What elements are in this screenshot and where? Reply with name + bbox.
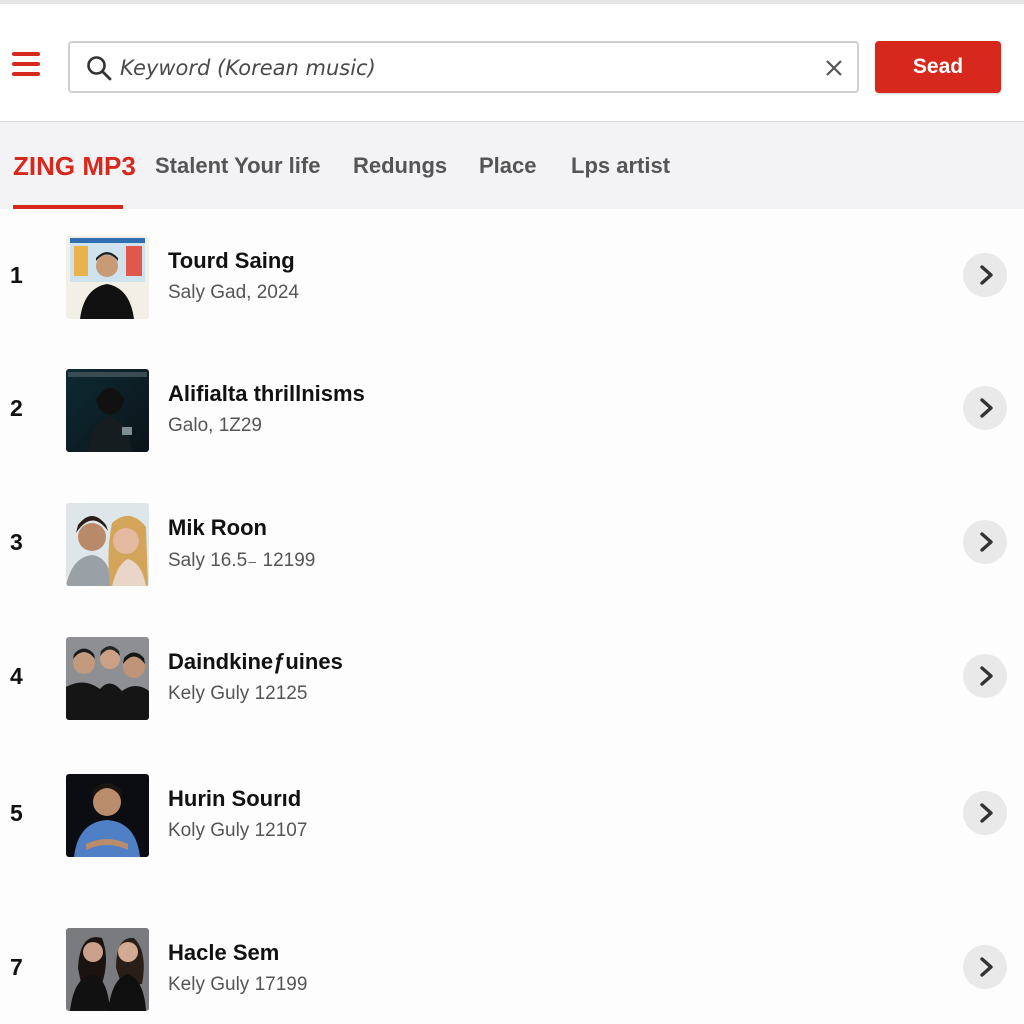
song-meta: Galo, 1Z29 [168,415,262,436]
chevron-right-icon[interactable] [963,386,1007,430]
album-cover [66,503,149,586]
song-title: Tourd Saing [168,248,295,273]
hamburger-menu-icon[interactable] [12,52,42,80]
song-title: Mik Roon [168,515,267,540]
song-meta: Koly Guly 12107 [168,820,308,841]
list-item[interactable]: 4 Daindkineƒuines Kely Guly 12125 [0,637,1024,737]
search-button[interactable]: Sead [875,41,1001,93]
list-item[interactable]: 2 Alifialta thrillnisms Galo, 1Z29 [0,369,1024,469]
album-cover [66,637,149,720]
album-cover [66,928,149,1011]
tab-redungs[interactable]: Redungs [353,153,447,179]
rank-number: 4 [10,663,23,689]
search-box[interactable] [68,41,859,93]
tab-zing-mp3[interactable]: ZING MP3 [13,151,136,182]
song-title: Alifialta thrillnisms [168,381,365,406]
list-item[interactable]: 7 Hacle Sem Kely Guly 17199 [0,928,1024,1024]
tab-stalent-your-life[interactable]: Stalent Your life [155,153,320,179]
album-cover [66,236,149,319]
song-title: Daindkineƒuines [168,649,343,674]
rank-number: 3 [10,529,23,555]
chevron-right-icon[interactable] [963,945,1007,989]
rank-number: 5 [10,800,23,826]
list-item[interactable]: 5 Hurin Sourıd Koly Guly 12107 [0,774,1024,874]
tab-lps-artist[interactable]: Lps artist [571,153,670,179]
album-cover [66,369,149,452]
album-cover [66,774,149,857]
chevron-right-icon[interactable] [963,791,1007,835]
chevron-right-icon[interactable] [963,654,1007,698]
list-item[interactable]: 3 Mik Roon Saly 16.5₋ 12199 [0,503,1024,603]
song-meta: Saly 16.5₋ 12199 [168,550,316,571]
active-tab-indicator [13,205,123,209]
rank-number: 2 [10,395,23,421]
tab-bar: ZING MP3 Stalent Your life Redungs Place… [0,123,1024,209]
list-item[interactable]: 1 Tourd Saing Saly Gad, 2024 [0,236,1024,336]
top-bar: Sead [0,0,1024,122]
rank-number: 1 [10,262,23,288]
search-input[interactable] [120,53,810,83]
song-title: Hacle Sem [168,940,280,965]
song-meta: Kely Guly 12125 [168,683,308,704]
chevron-right-icon[interactable] [963,520,1007,564]
song-meta: Saly Gad, 2024 [168,282,299,303]
song-meta: Kely Guly 17199 [168,974,308,995]
magnifier-icon [86,55,112,81]
chevron-right-icon[interactable] [963,253,1007,297]
rank-number: 7 [10,954,23,980]
close-icon[interactable] [823,57,845,79]
song-title: Hurin Sourıd [168,786,302,811]
tab-place[interactable]: Place [479,153,537,179]
